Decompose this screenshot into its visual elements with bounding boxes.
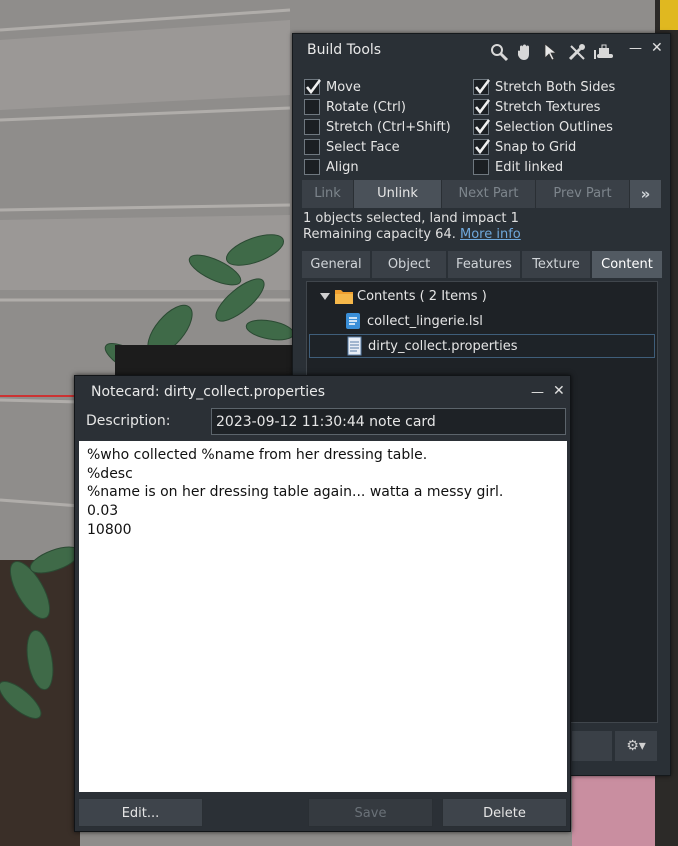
stretch-checkbox[interactable]: Stretch (Ctrl+Shift)	[304, 118, 451, 136]
pointer-edit-icon[interactable]	[541, 42, 561, 62]
notecard-line: %name is on her dressing table again... …	[87, 484, 504, 501]
prev-part-button[interactable]: Prev Part	[536, 180, 630, 208]
zoom-tool-icon[interactable]	[489, 42, 509, 62]
rotate-checkbox[interactable]: Rotate (Ctrl)	[304, 98, 406, 116]
notecard-icon	[347, 336, 362, 356]
selection-info-text: 1 objects selected, land impact 1	[303, 211, 519, 226]
edit-linked-checkbox[interactable]: Edit linked	[473, 158, 563, 176]
notecard-line: 0.03	[87, 503, 119, 520]
link-button-row: Link Unlink Next Part Prev Part »	[302, 180, 662, 208]
contents-folder-row[interactable]: Contents ( 2 Items )	[319, 284, 487, 308]
save-button[interactable]: Save	[308, 798, 433, 827]
build-tabs: General Object Features Texture Content	[302, 251, 662, 278]
permissions-button[interactable]	[572, 731, 612, 761]
stretch-both-sides-checkbox[interactable]: Stretch Both Sides	[473, 78, 615, 96]
edit-button[interactable]: Edit...	[78, 798, 203, 827]
checkbox-label: Align	[326, 159, 359, 175]
checkbox-label: Snap to Grid	[495, 139, 577, 155]
next-part-button[interactable]: Next Part	[442, 180, 536, 208]
inventory-item-label: dirty_collect.properties	[368, 338, 518, 354]
checkbox-box[interactable]	[304, 99, 320, 115]
more-info-link[interactable]: More info	[460, 227, 521, 242]
tab-general[interactable]: General	[302, 251, 370, 278]
build-tools-title: Build Tools	[307, 42, 382, 58]
tab-object[interactable]: Object	[372, 251, 446, 278]
align-checkbox[interactable]: Align	[304, 158, 359, 176]
link-button[interactable]: Link	[302, 180, 354, 208]
notecard-line: %desc	[87, 465, 133, 482]
checkbox-label: Stretch (Ctrl+Shift)	[326, 119, 451, 135]
inventory-item-row-selected[interactable]: dirty_collect.properties	[309, 334, 655, 358]
checkbox-box[interactable]	[304, 139, 320, 155]
snap-to-grid-checkbox[interactable]: Snap to Grid	[473, 138, 576, 156]
expand-arrow-icon[interactable]	[319, 290, 331, 302]
notecard-close-button[interactable]: ✕	[553, 383, 565, 399]
notecard-minimize-button[interactable]: —	[531, 385, 544, 400]
tab-content[interactable]: Content	[592, 251, 662, 278]
move-checkbox[interactable]: Move	[304, 78, 361, 96]
checkbox-label: Edit linked	[495, 159, 564, 175]
build-tools-minimize-button[interactable]: —	[629, 41, 642, 56]
checkbox-label: Selection Outlines	[495, 119, 613, 135]
notecard-line: 10800	[87, 521, 132, 538]
checkbox-box[interactable]	[304, 79, 322, 95]
grab-hand-icon[interactable]	[515, 42, 535, 62]
selection-outlines-checkbox[interactable]: Selection Outlines	[473, 118, 613, 136]
description-input[interactable]	[211, 408, 566, 435]
select-face-checkbox[interactable]: Select Face	[304, 138, 400, 156]
description-label: Description:	[86, 413, 171, 429]
stretch-textures-checkbox[interactable]: Stretch Textures	[473, 98, 600, 116]
land-bulldozer-icon[interactable]	[593, 42, 617, 62]
create-tools-icon[interactable]	[567, 42, 587, 62]
notecard-text-editor[interactable]: %who collected %name from her dressing t…	[79, 441, 567, 792]
checkbox-box[interactable]	[304, 119, 320, 135]
options-gear-button[interactable]: ⚙▾	[615, 731, 657, 761]
remaining-capacity-line: Remaining capacity 64. More info	[303, 227, 521, 242]
notecard-floater: Notecard: dirty_collect.properties — ✕ D…	[74, 375, 571, 832]
unlink-button[interactable]: Unlink	[354, 180, 442, 208]
checkbox-box[interactable]	[473, 79, 491, 95]
tab-texture[interactable]: Texture	[522, 251, 590, 278]
checkbox-box[interactable]	[473, 99, 491, 115]
checkbox-label: Stretch Both Sides	[495, 79, 616, 95]
script-icon	[346, 313, 360, 329]
contents-folder-label: Contents ( 2 Items )	[357, 288, 487, 304]
folder-icon	[335, 289, 353, 304]
inventory-item-label: collect_lingerie.lsl	[367, 313, 483, 329]
checkbox-label: Rotate (Ctrl)	[326, 99, 406, 115]
notecard-line: %who collected %name from her dressing t…	[87, 447, 428, 463]
checkbox-box[interactable]	[473, 139, 491, 155]
checkbox-box[interactable]	[473, 159, 489, 175]
build-tools-titlebar[interactable]: Build Tools — ✕	[293, 34, 670, 66]
checkbox-box[interactable]	[304, 159, 320, 175]
delete-button[interactable]: Delete	[442, 798, 567, 827]
tab-features[interactable]: Features	[448, 251, 520, 278]
remaining-capacity-text: Remaining capacity 64.	[303, 227, 456, 242]
inventory-item-row[interactable]: collect_lingerie.lsl	[343, 309, 483, 333]
checkbox-box[interactable]	[473, 119, 491, 135]
build-tools-close-button[interactable]: ✕	[651, 40, 663, 56]
more-options-button[interactable]: »	[630, 180, 662, 208]
checkbox-label: Move	[326, 79, 361, 95]
checkbox-label: Stretch Textures	[495, 99, 601, 115]
notecard-title: Notecard: dirty_collect.properties	[91, 384, 326, 400]
checkbox-label: Select Face	[326, 139, 400, 155]
